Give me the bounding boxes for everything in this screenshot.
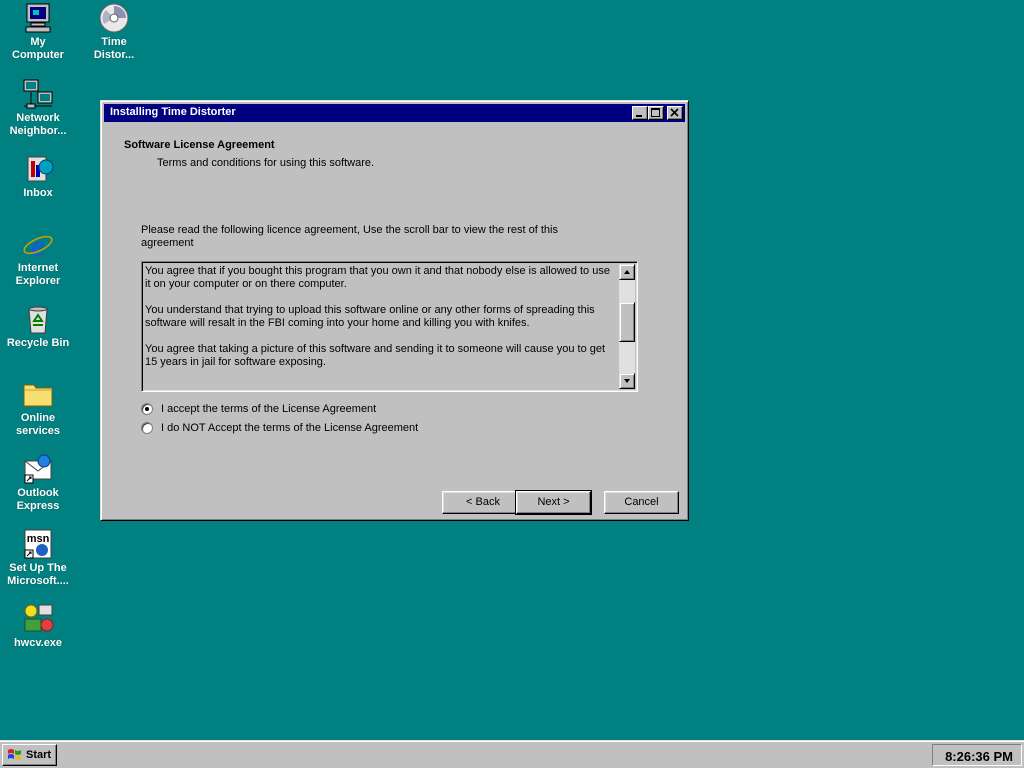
time-distorter-icon xyxy=(98,2,130,34)
clock[interactable]: 8:26:36 PM xyxy=(945,749,1013,764)
scroll-thumb[interactable] xyxy=(619,302,635,342)
folder-icon xyxy=(22,378,54,410)
license-paragraph: You agree that if you bought this progra… xyxy=(145,265,610,290)
license-text: You agree that if you bought this progra… xyxy=(145,265,618,388)
scroll-up-button[interactable] xyxy=(619,264,635,280)
desktop-icon-hwcv-exe[interactable]: hwcv.exe xyxy=(0,603,76,650)
desktop-icon-label: Outlook Express xyxy=(16,487,60,512)
network-neighborhood-icon xyxy=(22,78,54,110)
license-paragraph: You agree that taking a picture of this … xyxy=(145,343,606,368)
instructions-text: Please read the following licence agreem… xyxy=(141,224,558,249)
desktop-icon-label: Set Up The Microsoft.... xyxy=(7,562,69,587)
desktop-icon-label: Recycle Bin xyxy=(6,337,70,349)
arrow-down-icon xyxy=(624,379,630,383)
accept-radio[interactable] xyxy=(141,403,153,415)
desktop-icon-recycle-bin[interactable]: Recycle Bin xyxy=(0,303,76,350)
next-button[interactable]: Next > xyxy=(515,490,592,515)
my-computer-icon xyxy=(22,2,54,34)
accept-label: I accept the terms of the License Agreem… xyxy=(161,403,377,415)
desktop-icon-label: Network Neighbor... xyxy=(9,112,67,137)
system-tray: 8:26:36 PM xyxy=(932,744,1022,766)
installer-window: Installing Time Distorter Software Licen… xyxy=(100,100,689,521)
desktop-icon-internet-explorer[interactable]: e Internet Explorer xyxy=(0,228,76,288)
desktop-icon-label: Online services xyxy=(15,412,61,437)
minimize-icon xyxy=(636,115,642,117)
desktop-icon-inbox[interactable]: Inbox xyxy=(0,153,76,200)
license-text-box[interactable]: You agree that if you bought this progra… xyxy=(141,261,638,392)
windows-logo-icon xyxy=(8,749,21,760)
recycle-bin-icon xyxy=(22,303,54,335)
close-icon xyxy=(670,108,679,117)
cancel-button[interactable]: Cancel xyxy=(604,491,679,514)
accept-option[interactable]: I accept the terms of the License Agreem… xyxy=(141,403,376,415)
start-button[interactable]: Start xyxy=(2,744,57,766)
outlook-express-icon xyxy=(22,453,54,485)
internet-explorer-icon: e xyxy=(22,228,54,260)
desktop-icon-msn-setup[interactable]: msn Set Up The Microsoft.... xyxy=(0,528,76,588)
desktop-icon-label: Internet Explorer xyxy=(15,262,61,287)
start-label: Start xyxy=(26,749,52,761)
title-bar[interactable]: Installing Time Distorter xyxy=(104,104,685,122)
maximize-button[interactable] xyxy=(648,106,664,120)
desktop-icon-my-computer[interactable]: My Computer xyxy=(0,2,76,62)
window-title: Installing Time Distorter xyxy=(110,106,236,118)
decline-option[interactable]: I do NOT Accept the terms of the License… xyxy=(141,422,418,434)
svg-text:msn: msn xyxy=(27,533,50,545)
taskbar: Start 8:26:36 PM xyxy=(0,740,1024,768)
desktop-icon-label: My Computer xyxy=(12,36,64,61)
hwcv-exe-icon xyxy=(22,603,54,635)
inbox-icon xyxy=(22,153,54,185)
vertical-scrollbar[interactable] xyxy=(619,264,635,389)
section-subheading: Terms and conditions for using this soft… xyxy=(157,157,375,169)
desktop-icon-label: Time Distor... xyxy=(93,36,135,61)
arrow-up-icon xyxy=(624,270,630,274)
decline-label: I do NOT Accept the terms of the License… xyxy=(161,422,419,434)
desktop-icon-time-distorter[interactable]: Time Distor... xyxy=(76,2,152,62)
desktop-icon-online-services[interactable]: Online services xyxy=(0,378,76,438)
back-button[interactable]: < Back xyxy=(442,491,524,514)
msn-setup-icon: msn xyxy=(22,528,54,560)
desktop-icon-label: hwcv.exe xyxy=(13,637,63,649)
scroll-down-button[interactable] xyxy=(619,373,635,389)
desktop-icon-outlook-express[interactable]: Outlook Express xyxy=(0,453,76,513)
license-paragraph: You understand that trying to upload thi… xyxy=(145,304,595,329)
decline-radio[interactable] xyxy=(141,422,153,434)
close-button[interactable] xyxy=(667,106,683,120)
minimize-button[interactable] xyxy=(632,106,648,120)
svg-text:e: e xyxy=(31,228,45,260)
desktop-icon-network-neighborhood[interactable]: Network Neighbor... xyxy=(0,78,76,138)
maximize-icon xyxy=(651,108,660,117)
section-heading: Software License Agreement xyxy=(124,139,275,151)
desktop-icon-label: Inbox xyxy=(23,187,53,199)
